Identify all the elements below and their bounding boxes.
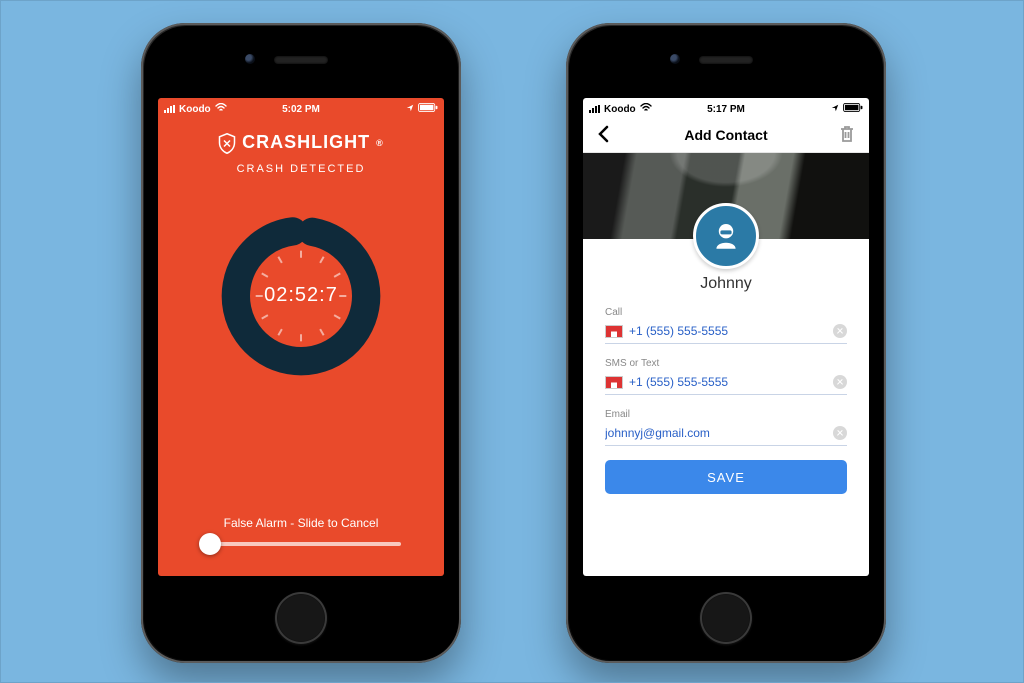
field-sms: SMS or Text [605, 358, 847, 395]
speaker-grill [699, 56, 753, 64]
call-input[interactable] [629, 324, 827, 338]
stage: Koodo 5:02 PM [0, 0, 1024, 683]
screen-crash: Koodo 5:02 PM [158, 98, 444, 576]
back-button[interactable] [593, 121, 615, 150]
clear-call-button[interactable] [833, 324, 847, 338]
iphone-device-left: Koodo 5:02 PM [141, 23, 461, 663]
avatar[interactable] [693, 203, 759, 269]
iphone-body: Koodo 5:17 PM [569, 26, 883, 660]
clear-email-button[interactable] [833, 426, 847, 440]
trash-icon [839, 125, 855, 143]
wifi-icon [215, 103, 227, 115]
save-button[interactable]: SAVE [605, 460, 847, 494]
contact-form: Call SMS or Text [583, 293, 869, 494]
app-logo: CRASHLIGHT® CRASH DETECTED [158, 132, 444, 175]
slider-thumb[interactable] [199, 533, 221, 555]
countdown-ring: 02:52:7 [216, 211, 386, 381]
front-camera [670, 54, 680, 64]
countdown-timer: 02:52:7 [216, 211, 386, 381]
contact-screen: Koodo 5:17 PM [583, 98, 869, 576]
contact-name: Johnny [583, 275, 869, 293]
nav-bar: Add Contact [583, 118, 869, 153]
app-name: CRASHLIGHT [242, 132, 370, 153]
rider-icon [710, 220, 742, 252]
status-bar: Koodo 5:17 PM [583, 98, 869, 118]
status-bar: Koodo 5:02 PM [158, 98, 444, 118]
front-camera [245, 54, 255, 64]
cancel-area: False Alarm - Slide to Cancel [158, 516, 444, 546]
field-email: Email [605, 409, 847, 446]
home-button[interactable] [275, 592, 327, 644]
shield-icon [218, 133, 236, 153]
carrier-label: Koodo [179, 104, 211, 115]
sms-input[interactable] [629, 375, 827, 389]
location-icon [406, 104, 414, 115]
contact-hero [583, 153, 869, 239]
chevron-left-icon [597, 125, 611, 143]
field-label-email: Email [605, 409, 847, 420]
home-button[interactable] [700, 592, 752, 644]
wifi-icon [640, 103, 652, 115]
field-label-call: Call [605, 307, 847, 318]
location-icon [831, 104, 839, 115]
signal-icon [589, 105, 600, 113]
battery-icon [418, 103, 438, 115]
crash-screen: Koodo 5:02 PM [158, 98, 444, 576]
cancel-slider[interactable] [201, 542, 401, 546]
battery-icon [843, 103, 863, 115]
screen-contact: Koodo 5:17 PM [583, 98, 869, 576]
flag-ca-icon[interactable] [605, 325, 623, 338]
delete-button[interactable] [835, 121, 859, 150]
iphone-device-right: Koodo 5:17 PM [566, 23, 886, 663]
field-label-sms: SMS or Text [605, 358, 847, 369]
clear-sms-button[interactable] [833, 375, 847, 389]
carrier-label: Koodo [604, 104, 636, 115]
speaker-grill [274, 56, 328, 64]
nav-title: Add Contact [583, 127, 869, 143]
flag-ca-icon[interactable] [605, 376, 623, 389]
field-call: Call [605, 307, 847, 344]
cancel-label: False Alarm - Slide to Cancel [158, 516, 444, 530]
email-input[interactable] [605, 426, 827, 440]
signal-icon [164, 105, 175, 113]
iphone-body: Koodo 5:02 PM [144, 26, 458, 660]
crash-subtitle: CRASH DETECTED [158, 163, 444, 175]
